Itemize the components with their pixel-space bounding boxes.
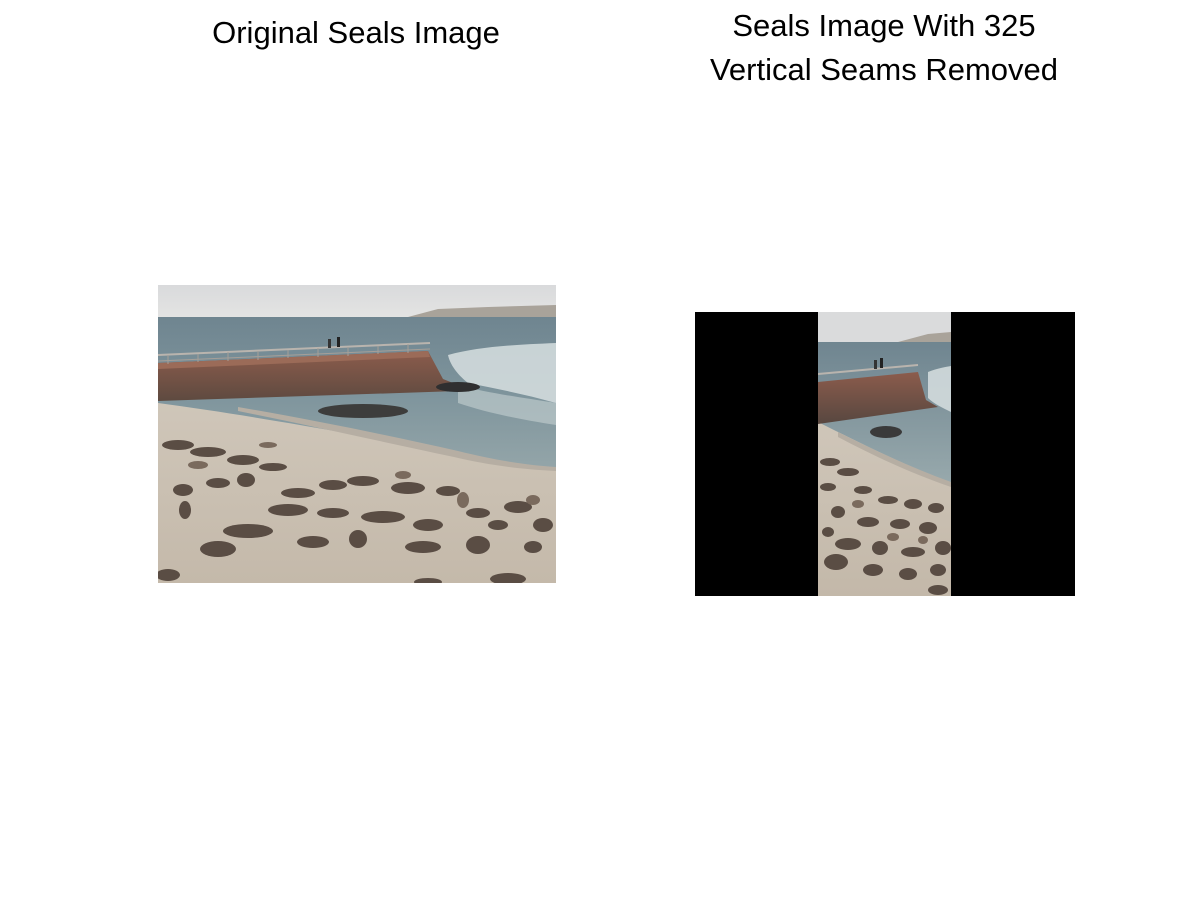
original-seals-image-drawing (158, 285, 556, 583)
original-image-title-text: Original Seals Image (212, 15, 500, 50)
original-seals-image (158, 285, 556, 583)
carved-image-title: Seals Image With 325 Vertical Seams Remo… (640, 4, 1128, 92)
carved-image-title-line-2: Vertical Seams Removed (709, 52, 1059, 87)
seam-carved-seals-image (818, 312, 951, 596)
carved-image-title-line-1: Seals Image With 325 (732, 8, 1036, 43)
seam-carved-seals-image-drawing (818, 312, 951, 596)
seam-carved-image-frame (695, 312, 1075, 596)
original-image-title: Original Seals Image (156, 11, 556, 55)
